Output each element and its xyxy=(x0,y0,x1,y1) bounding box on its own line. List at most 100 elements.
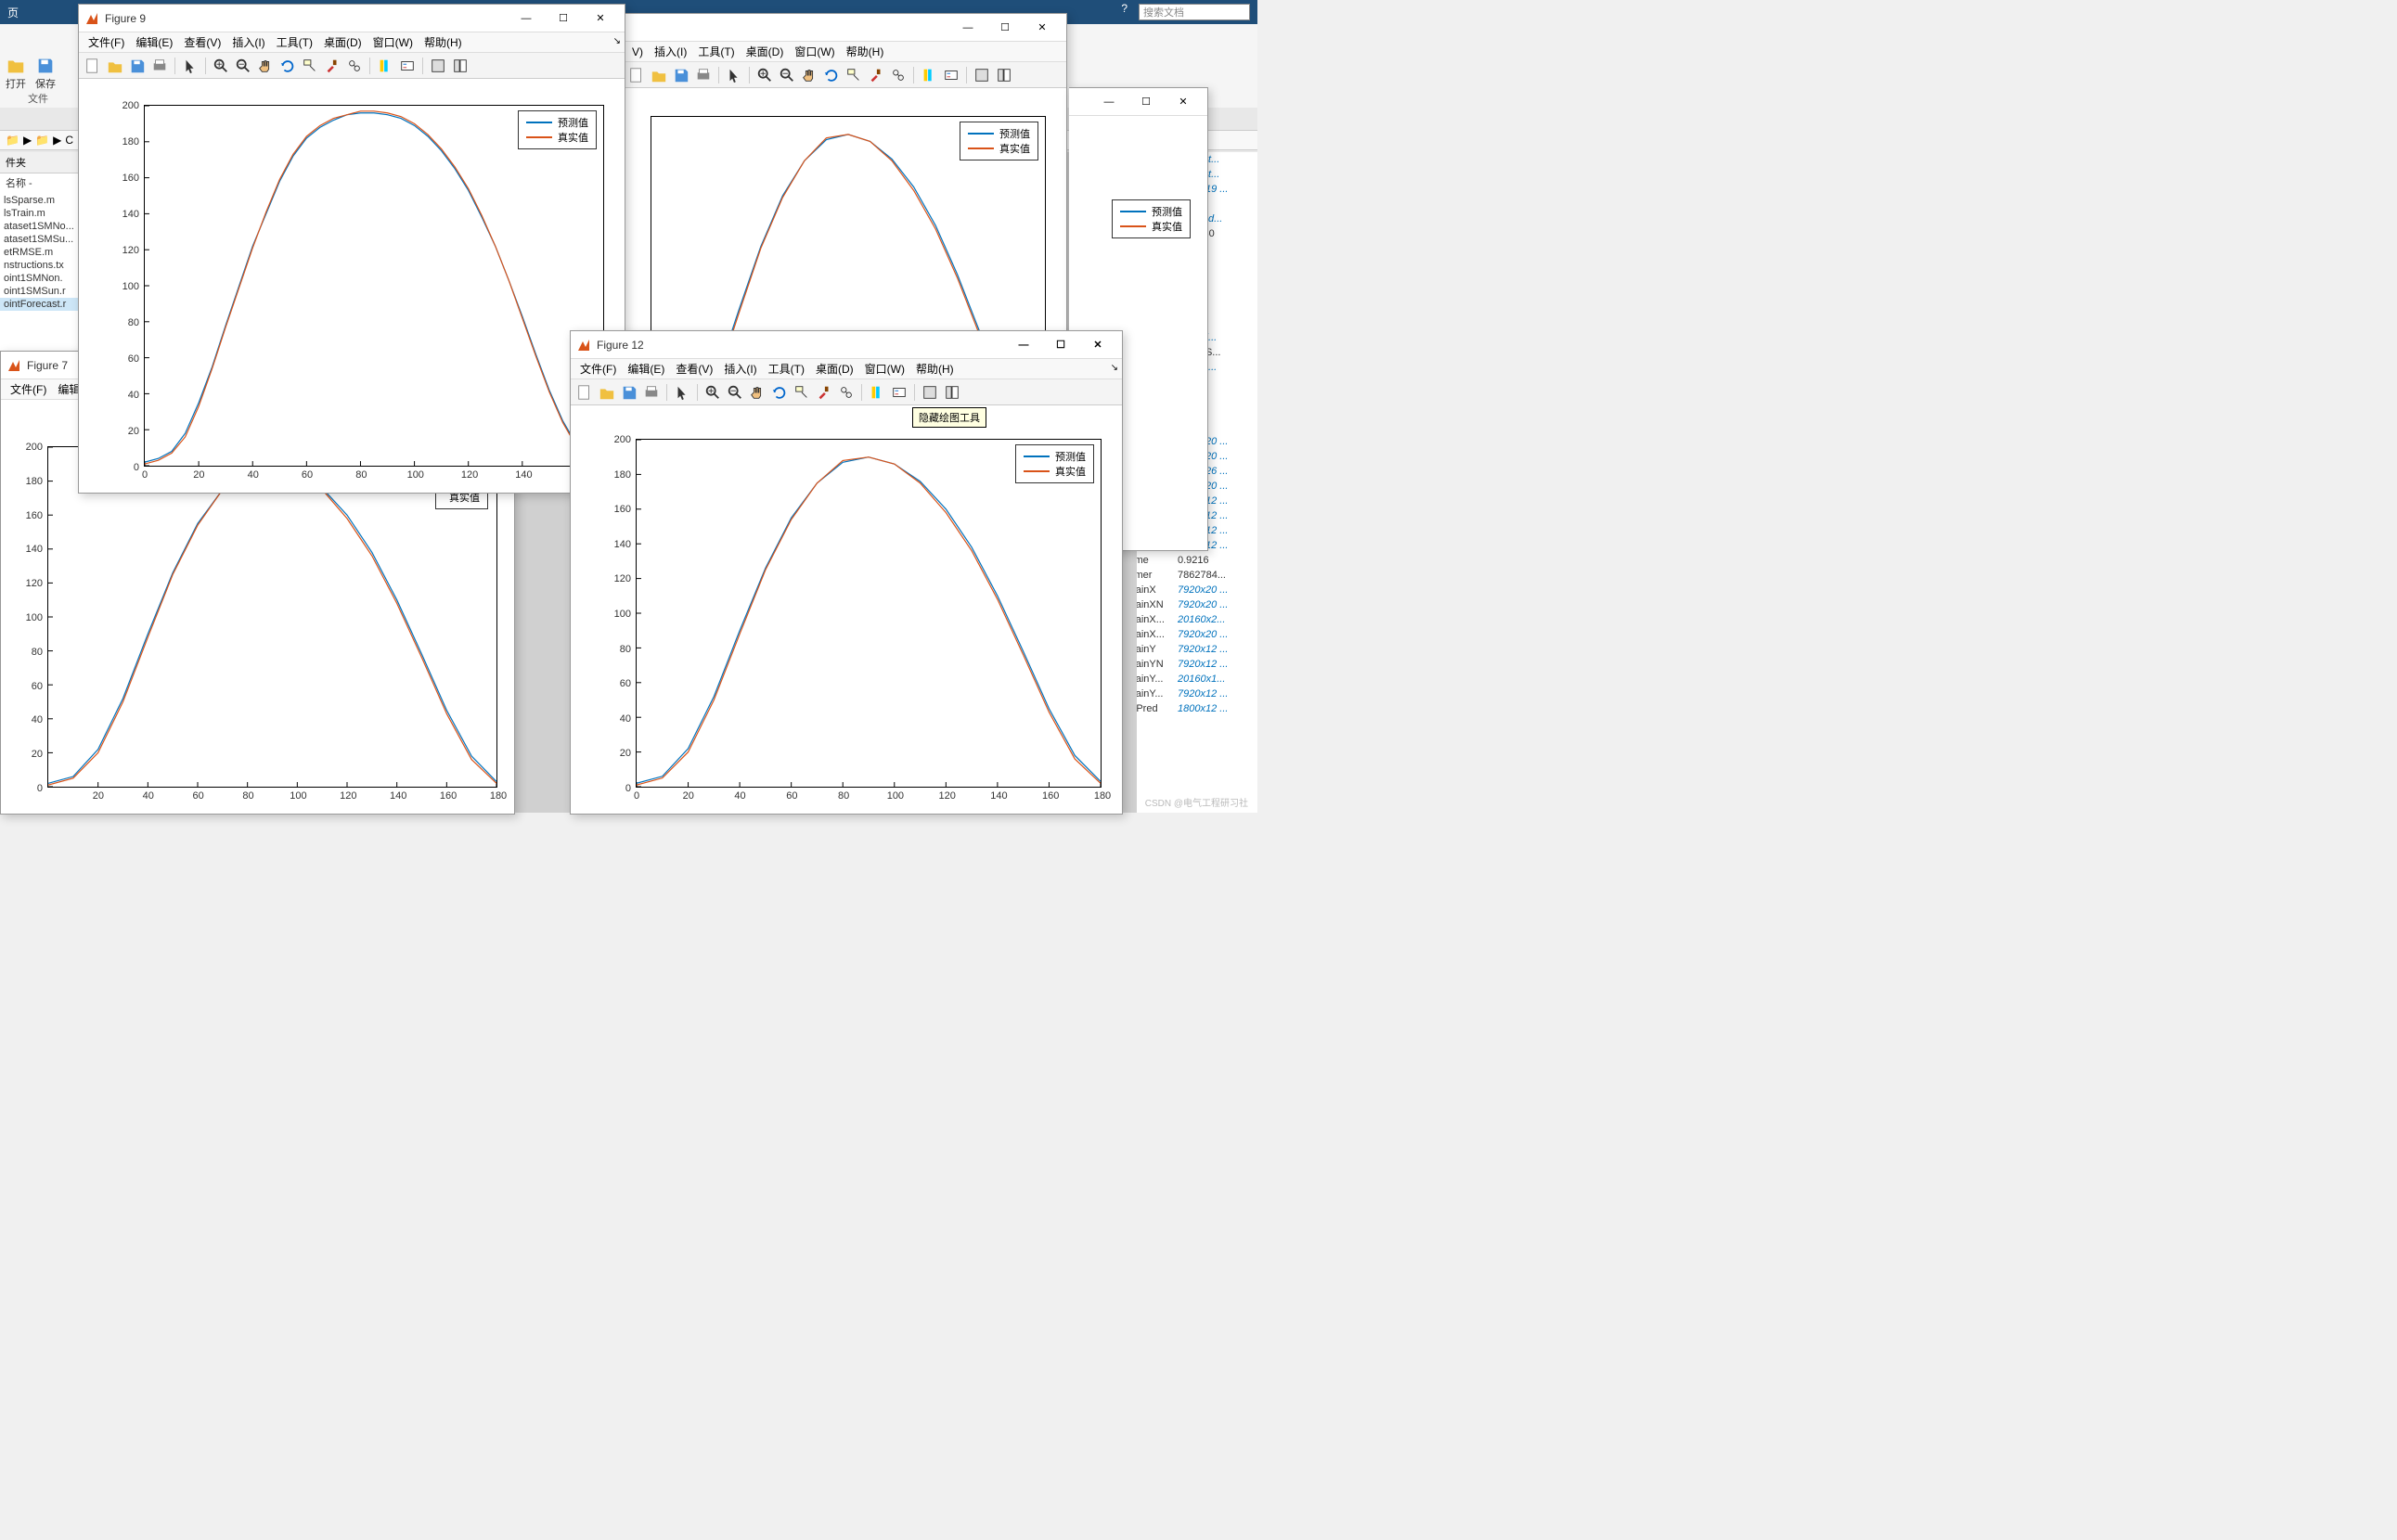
close-button[interactable]: ✕ xyxy=(1079,332,1116,358)
brush-icon[interactable] xyxy=(814,382,834,403)
close-button[interactable]: ✕ xyxy=(582,6,619,32)
zoom-in-icon[interactable] xyxy=(211,56,231,76)
menu-item[interactable]: 帮助(H) xyxy=(910,361,960,377)
hide-plot-tools-icon[interactable] xyxy=(428,56,448,76)
new-icon[interactable] xyxy=(574,382,595,403)
maximize-button[interactable]: ☐ xyxy=(545,6,582,32)
new-icon[interactable] xyxy=(626,65,647,85)
menu-item[interactable]: 插入(I) xyxy=(718,361,762,377)
figure-9-window[interactable]: Figure 9 — ☐ ✕ 文件(F)编辑(E)查看(V)插入(I)工具(T)… xyxy=(78,4,625,494)
pan-icon[interactable] xyxy=(747,382,767,403)
link-icon[interactable] xyxy=(344,56,365,76)
minimize-button[interactable]: — xyxy=(1090,89,1128,115)
tab-home[interactable]: 页 xyxy=(7,5,19,20)
menu-item[interactable]: 窗口(W) xyxy=(367,34,419,50)
menu-tools[interactable]: 工具(T) xyxy=(692,44,740,59)
colorbar-icon[interactable] xyxy=(919,65,939,85)
legend[interactable]: 预测值 真实值 xyxy=(1015,444,1094,483)
menu-window[interactable]: 窗口(W) xyxy=(789,44,840,59)
menu-help[interactable]: 帮助(H) xyxy=(841,44,890,59)
menu-item[interactable]: 文件(F) xyxy=(574,361,622,377)
colorbar-icon[interactable] xyxy=(375,56,395,76)
menu-desktop[interactable]: 桌面(D) xyxy=(741,44,790,59)
datacursor-icon[interactable] xyxy=(300,56,320,76)
legend[interactable]: 预测值 真实值 xyxy=(960,122,1038,160)
column-header-name[interactable]: 名称 - xyxy=(0,173,83,192)
menu-item[interactable]: 编辑(E) xyxy=(622,361,670,377)
brush-icon[interactable] xyxy=(866,65,886,85)
hide-plot-tools-icon[interactable] xyxy=(972,65,992,85)
menubar-overflow-icon[interactable]: ↘ xyxy=(613,36,621,46)
maximize-button[interactable]: ☐ xyxy=(986,15,1024,41)
open-icon[interactable] xyxy=(649,65,669,85)
show-plot-tools-icon[interactable] xyxy=(450,56,470,76)
save-button[interactable]: 保存 xyxy=(35,56,56,91)
zoom-in-icon[interactable] xyxy=(702,382,723,403)
file-item[interactable]: nstructions.tx xyxy=(0,259,83,272)
rotate-icon[interactable] xyxy=(821,65,842,85)
menu-item[interactable]: 帮助(H) xyxy=(419,34,468,50)
zoom-in-icon[interactable] xyxy=(754,65,775,85)
menu-item[interactable]: 查看(V) xyxy=(670,361,718,377)
pointer-icon[interactable] xyxy=(180,56,200,76)
show-plot-tools-icon[interactable] xyxy=(994,65,1014,85)
open-button[interactable]: 打开 xyxy=(6,56,26,91)
file-item[interactable]: oint1SMSun.r xyxy=(0,285,83,298)
colorbar-icon[interactable] xyxy=(867,382,887,403)
legend-icon[interactable] xyxy=(397,56,418,76)
axes-canvas[interactable]: 0204060801001201401600204060801001201401… xyxy=(79,79,625,493)
menubar-overflow-icon[interactable]: ↘ xyxy=(1111,363,1118,373)
minimize-button[interactable]: — xyxy=(1005,332,1042,358)
new-icon[interactable] xyxy=(83,56,103,76)
pan-icon[interactable] xyxy=(799,65,819,85)
menu-item[interactable]: 插入(I) xyxy=(226,34,270,50)
minimize-button[interactable]: — xyxy=(949,15,986,41)
rotate-icon[interactable] xyxy=(769,382,790,403)
legend-icon[interactable] xyxy=(889,382,909,403)
close-button[interactable]: ✕ xyxy=(1165,89,1202,115)
menu-item[interactable]: 工具(T) xyxy=(271,34,318,50)
menu-view[interactable]: V) xyxy=(626,45,649,58)
brush-icon[interactable] xyxy=(322,56,342,76)
zoom-out-icon[interactable] xyxy=(725,382,745,403)
titlebar[interactable]: — ☐ ✕ xyxy=(1069,88,1207,116)
file-item[interactable]: etRMSE.m xyxy=(0,246,83,259)
menu-item[interactable]: 窗口(W) xyxy=(859,361,910,377)
menu-item[interactable]: 查看(V) xyxy=(178,34,226,50)
legend[interactable]: 预测值 真实值 xyxy=(518,110,597,149)
zoom-out-icon[interactable] xyxy=(233,56,253,76)
datacursor-icon[interactable] xyxy=(844,65,864,85)
minimize-button[interactable]: — xyxy=(508,6,545,32)
help-icon[interactable]: ? xyxy=(1121,2,1128,15)
print-icon[interactable] xyxy=(641,382,662,403)
menu-item[interactable]: 编辑(E) xyxy=(130,34,178,50)
file-item[interactable]: ataset1SMNo... xyxy=(0,220,83,233)
maximize-button[interactable]: ☐ xyxy=(1128,89,1165,115)
file-item[interactable]: ointForecast.r xyxy=(0,298,83,311)
close-button[interactable]: ✕ xyxy=(1024,15,1061,41)
search-docs-input[interactable]: 搜索文档 xyxy=(1139,4,1250,20)
datacursor-icon[interactable] xyxy=(792,382,812,403)
save-icon[interactable] xyxy=(671,65,691,85)
save-icon[interactable] xyxy=(619,382,639,403)
menu-file[interactable]: 文件(F) xyxy=(5,381,52,397)
open-icon[interactable] xyxy=(105,56,125,76)
file-item[interactable]: ataset1SMSu... xyxy=(0,233,83,246)
rotate-icon[interactable] xyxy=(277,56,298,76)
pointer-icon[interactable] xyxy=(672,382,692,403)
file-item[interactable]: lsSparse.m xyxy=(0,194,83,207)
hide-plot-tools-icon[interactable] xyxy=(920,382,940,403)
file-item[interactable]: lsTrain.m xyxy=(0,207,83,220)
legend-icon[interactable] xyxy=(941,65,961,85)
titlebar[interactable]: Figure 12 — ☐ ✕ xyxy=(571,331,1122,359)
pan-icon[interactable] xyxy=(255,56,276,76)
titlebar[interactable]: Figure 9 — ☐ ✕ xyxy=(79,5,625,32)
link-icon[interactable] xyxy=(888,65,909,85)
file-item[interactable]: oint1SMNon. xyxy=(0,272,83,285)
menu-item[interactable]: 文件(F) xyxy=(83,34,130,50)
legend[interactable]: 预测值 真实值 xyxy=(1112,199,1191,238)
menu-item[interactable]: 桌面(D) xyxy=(810,361,859,377)
figure-12-window[interactable]: Figure 12 — ☐ ✕ 文件(F)编辑(E)查看(V)插入(I)工具(T… xyxy=(570,330,1123,815)
zoom-out-icon[interactable] xyxy=(777,65,797,85)
titlebar[interactable]: — ☐ ✕ xyxy=(623,14,1066,42)
